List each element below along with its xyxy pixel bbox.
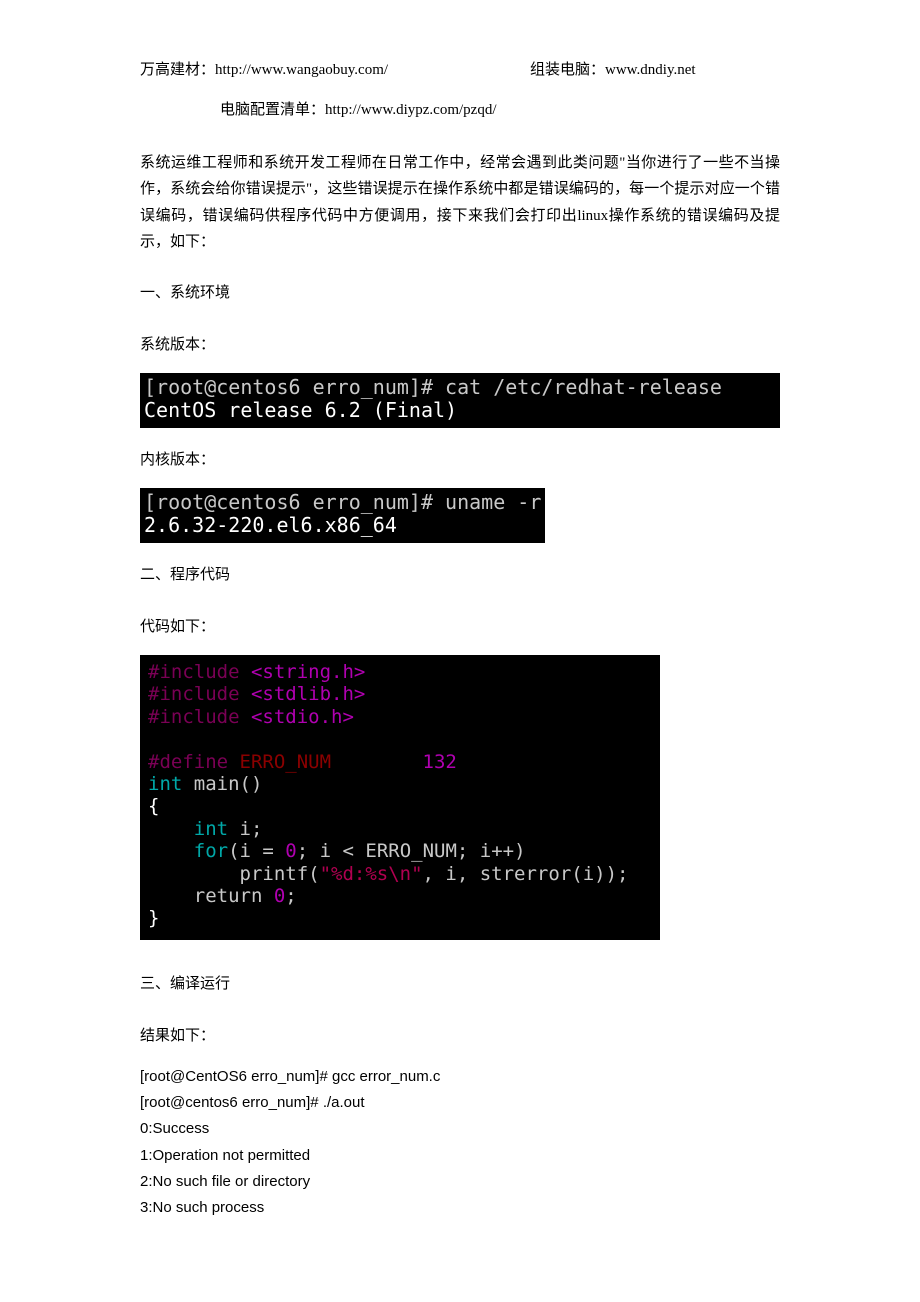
c-source-code: #include <string.h> #include <stdlib.h> …	[140, 655, 660, 940]
terminal-uname: [root@centos6 erro_num]# uname -r 2.6.32…	[140, 488, 545, 543]
code-token: #include	[148, 683, 240, 705]
code-label: 代码如下：	[140, 615, 780, 639]
code-token: return	[194, 885, 274, 907]
code-token: #include	[148, 661, 240, 683]
code-token: 0	[274, 885, 285, 907]
output-line: [root@centos6 erro_num]# ./a.out	[140, 1090, 780, 1116]
terminal-output-line: 2.6.32-220.el6.x86_64	[144, 513, 397, 537]
code-token: , i, strerror(i));	[423, 863, 629, 885]
section-code-title: 二、程序代码	[140, 563, 780, 587]
terminal-line: [root@centos6 erro_num]# uname -r	[144, 490, 541, 514]
output-line: 1:Operation not permitted	[140, 1143, 780, 1169]
code-token: printf(	[240, 863, 320, 885]
terminal-redhat-release: [root@centos6 erro_num]# cat /etc/redhat…	[140, 373, 780, 428]
terminal-line: [root@centos6 erro_num]# cat /etc/redhat…	[144, 375, 722, 399]
code-token: 0	[285, 840, 296, 862]
code-token: int	[148, 773, 182, 795]
code-token: "%d:%s\n"	[320, 863, 423, 885]
code-token: main()	[182, 773, 262, 795]
code-token: i;	[228, 818, 262, 840]
section-compile-title: 三、编译运行	[140, 972, 780, 996]
code-token: (i =	[228, 840, 285, 862]
code-token: <stdlib.h>	[240, 683, 366, 705]
code-token: ; i < ERRO_NUM; i++)	[297, 840, 526, 862]
code-token: #include	[148, 706, 240, 728]
terminal-output-line: CentOS release 6.2 (Final)	[144, 398, 457, 422]
header-link-right: 组装电脑：www.dndiy.net	[390, 58, 780, 82]
header-center-link: 电脑配置清单：http://www.diypz.com/pzqd/	[140, 98, 780, 122]
result-label: 结果如下：	[140, 1024, 780, 1048]
output-line: 3:No such process	[140, 1195, 780, 1221]
code-token: }	[148, 907, 159, 929]
code-token: #define	[148, 751, 240, 773]
code-token: 132	[423, 751, 457, 773]
code-token: {	[148, 795, 159, 817]
kernel-version-label: 内核版本：	[140, 448, 780, 472]
compile-output: [root@CentOS6 erro_num]# gcc error_num.c…	[140, 1064, 780, 1222]
output-line: [root@CentOS6 erro_num]# gcc error_num.c	[140, 1064, 780, 1090]
code-token: <stdio.h>	[240, 706, 354, 728]
section-env-title: 一、系统环境	[140, 281, 780, 305]
code-token: ;	[285, 885, 296, 907]
code-token: for	[194, 840, 228, 862]
header-link-left: 万高建材：http://www.wangaobuy.com/	[140, 58, 390, 82]
intro-paragraph: 系统运维工程师和系统开发工程师在日常工作中，经常会遇到此类问题"当你进行了一些不…	[140, 150, 780, 255]
code-token: ERRO_NUM	[240, 751, 332, 773]
header-links: 万高建材：http://www.wangaobuy.com/ 组装电脑：www.…	[140, 58, 780, 82]
code-token: <string.h>	[240, 661, 366, 683]
code-token: int	[194, 818, 228, 840]
output-line: 2:No such file or directory	[140, 1169, 780, 1195]
sys-version-label: 系统版本：	[140, 333, 780, 357]
output-line: 0:Success	[140, 1116, 780, 1142]
